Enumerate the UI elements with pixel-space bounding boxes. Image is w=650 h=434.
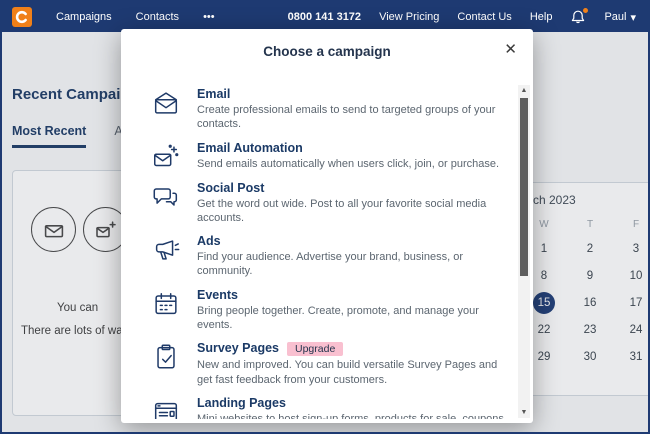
nav-help[interactable]: Help	[530, 11, 553, 23]
item-title: Events	[197, 288, 509, 302]
item-description: Mini websites to host sign-up forms, pro…	[197, 412, 509, 419]
campaign-type-list: Email Create professional emails to send…	[121, 87, 515, 419]
support-phone-number: 0800 141 3172	[288, 11, 361, 23]
nav-view-pricing[interactable]: View Pricing	[379, 11, 439, 23]
item-description: Get the word out wide. Post to all your …	[197, 197, 509, 226]
notification-badge	[582, 7, 589, 14]
user-menu[interactable]: Paul ▾	[604, 11, 636, 24]
scroll-up-icon[interactable]: ▲	[518, 85, 530, 96]
nav-campaigns[interactable]: Campaigns	[56, 11, 112, 23]
scrollbar-thumb[interactable]	[520, 98, 528, 276]
top-navbar: Campaigns Contacts ••• 0800 141 3172 Vie…	[2, 2, 648, 32]
ads-icon	[151, 234, 183, 279]
scroll-down-icon[interactable]: ▼	[518, 407, 530, 418]
item-title: Email Automation	[197, 141, 499, 155]
modal-scrollbar[interactable]: ▲ ▼	[518, 85, 530, 418]
c-swirl-icon	[14, 9, 30, 25]
item-description: Send emails automatically when users cli…	[197, 157, 499, 171]
events-icon	[151, 288, 183, 333]
close-icon[interactable]: ✕	[502, 40, 519, 59]
nav-contact-us[interactable]: Contact Us	[457, 11, 511, 23]
landing-pages-icon	[151, 396, 183, 419]
list-item-landing-pages[interactable]: Landing Pages Mini websites to host sign…	[151, 396, 509, 419]
choose-campaign-modal: Choose a campaign ✕ Email Create profess…	[121, 29, 533, 423]
email-automation-icon	[151, 141, 183, 172]
survey-pages-icon	[151, 341, 183, 387]
item-title: Survey PagesUpgrade	[197, 341, 509, 356]
item-title: Email	[197, 87, 509, 101]
brand-logo-icon[interactable]	[12, 7, 32, 27]
item-description: Find your audience. Advertise your brand…	[197, 250, 509, 279]
list-item-survey-pages[interactable]: Survey PagesUpgrade New and improved. Yo…	[151, 341, 509, 387]
list-item-social-post[interactable]: Social Post Get the word out wide. Post …	[151, 181, 509, 226]
item-description: Create professional emails to send to ta…	[197, 103, 509, 132]
item-title: Landing Pages	[197, 396, 509, 410]
nav-more-menu[interactable]: •••	[203, 11, 215, 23]
item-description: New and improved. You can build versatil…	[197, 358, 509, 387]
modal-title: Choose a campaign	[121, 29, 533, 59]
item-description: Bring people together. Create, promote, …	[197, 304, 509, 333]
item-title: Social Post	[197, 181, 509, 195]
list-item-email-automation[interactable]: Email Automation Send emails automatical…	[151, 141, 509, 172]
chevron-down-icon: ▾	[630, 11, 636, 24]
upgrade-badge: Upgrade	[287, 342, 343, 356]
app-window: Campaigns Contacts ••• 0800 141 3172 Vie…	[0, 0, 650, 434]
nav-contacts[interactable]: Contacts	[136, 11, 179, 23]
list-item-ads[interactable]: Ads Find your audience. Advertise your b…	[151, 234, 509, 279]
item-title: Ads	[197, 234, 509, 248]
list-item-email[interactable]: Email Create professional emails to send…	[151, 87, 509, 132]
user-name: Paul	[604, 11, 626, 23]
list-item-events[interactable]: Events Bring people together. Create, pr…	[151, 288, 509, 333]
email-icon	[151, 87, 183, 132]
social-post-icon	[151, 181, 183, 226]
notifications-bell-icon[interactable]	[570, 9, 586, 25]
